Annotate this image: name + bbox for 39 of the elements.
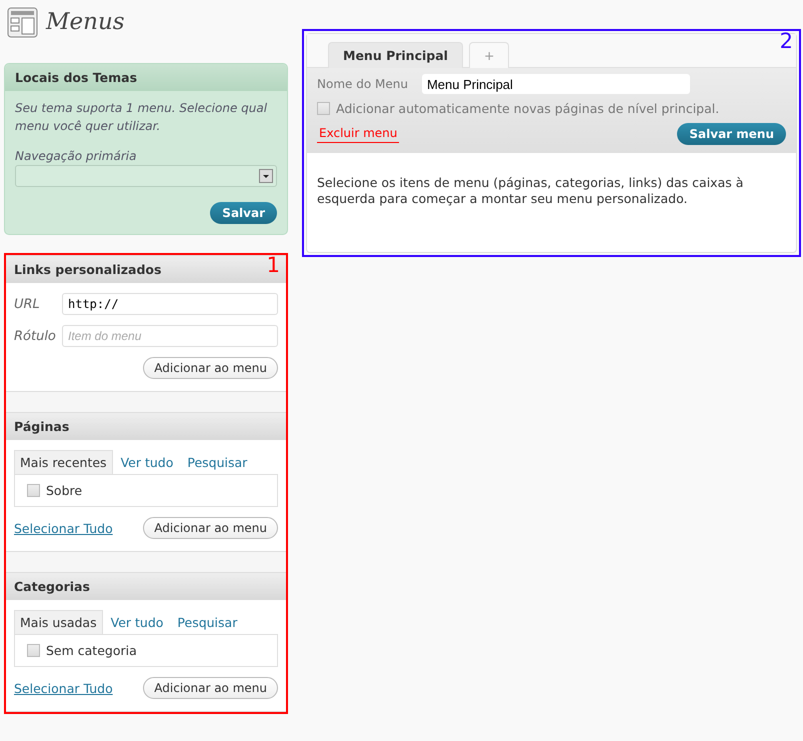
save-button[interactable]: Salvar xyxy=(210,202,277,224)
panel-header: Locais dos Temas xyxy=(5,64,287,91)
tab[interactable]: Ver tudo xyxy=(104,610,170,634)
add-to-menu-button[interactable]: Adicionar ao menu xyxy=(143,677,278,699)
checkbox-label: Sem categoria xyxy=(46,643,137,658)
checkbox-label: Sobre xyxy=(46,483,82,498)
checkbox[interactable] xyxy=(27,644,40,657)
page-title: Menus xyxy=(46,9,125,35)
select-all-link[interactable]: Selecionar Tudo xyxy=(14,520,113,536)
field-label: Rótulo xyxy=(14,328,54,344)
field-label: Nome do Menu xyxy=(317,77,408,91)
checkbox[interactable] xyxy=(317,102,330,115)
tab[interactable]: Ver tudo xyxy=(114,450,180,474)
add-to-menu-button[interactable]: Adicionar ao menu xyxy=(143,517,278,539)
input-field[interactable]: Item do menu xyxy=(62,325,278,347)
tab[interactable]: Pesquisar xyxy=(171,610,244,634)
box-header: Categorias xyxy=(6,572,286,600)
select-label: Navegação primária xyxy=(15,149,136,163)
checkbox[interactable] xyxy=(27,484,40,497)
menus-icon xyxy=(7,6,38,38)
select-all-link[interactable]: Selecionar Tudo xyxy=(14,680,113,696)
menu-name-field[interactable]: Menu Principal xyxy=(422,74,690,94)
box-header: Páginas xyxy=(6,412,286,440)
tab[interactable]: Mais recentes xyxy=(14,450,113,474)
add-to-menu-button[interactable]: Adicionar ao menu xyxy=(143,357,278,379)
annotation-number: 2 xyxy=(780,29,793,53)
tab[interactable]: Pesquisar xyxy=(181,450,254,474)
instructions: Selecione os itens de menu (páginas, categorias, links) das caixas à esquerda para começar a montar seu menu personalizado. xyxy=(316,174,744,208)
annotation-number: 1 xyxy=(266,253,280,277)
select-field[interactable] xyxy=(15,165,277,187)
tab[interactable]: Mais usadas xyxy=(14,610,103,634)
checkbox-label: Adicionar automaticamente novas páginas de nível principal. xyxy=(336,101,720,116)
menu-tab[interactable]: Menu Principal xyxy=(328,42,463,68)
menu-tab[interactable]: + xyxy=(468,42,510,68)
input-field[interactable]: http:// xyxy=(62,293,278,315)
description: Seu tema suporta 1 menu. Selecione qual menu você quer utilizar. xyxy=(15,100,268,135)
delete-menu-link[interactable]: Excluir menu xyxy=(317,126,400,142)
save-menu-button[interactable]: Salvar menu xyxy=(677,123,786,145)
field-label: URL xyxy=(14,296,41,312)
